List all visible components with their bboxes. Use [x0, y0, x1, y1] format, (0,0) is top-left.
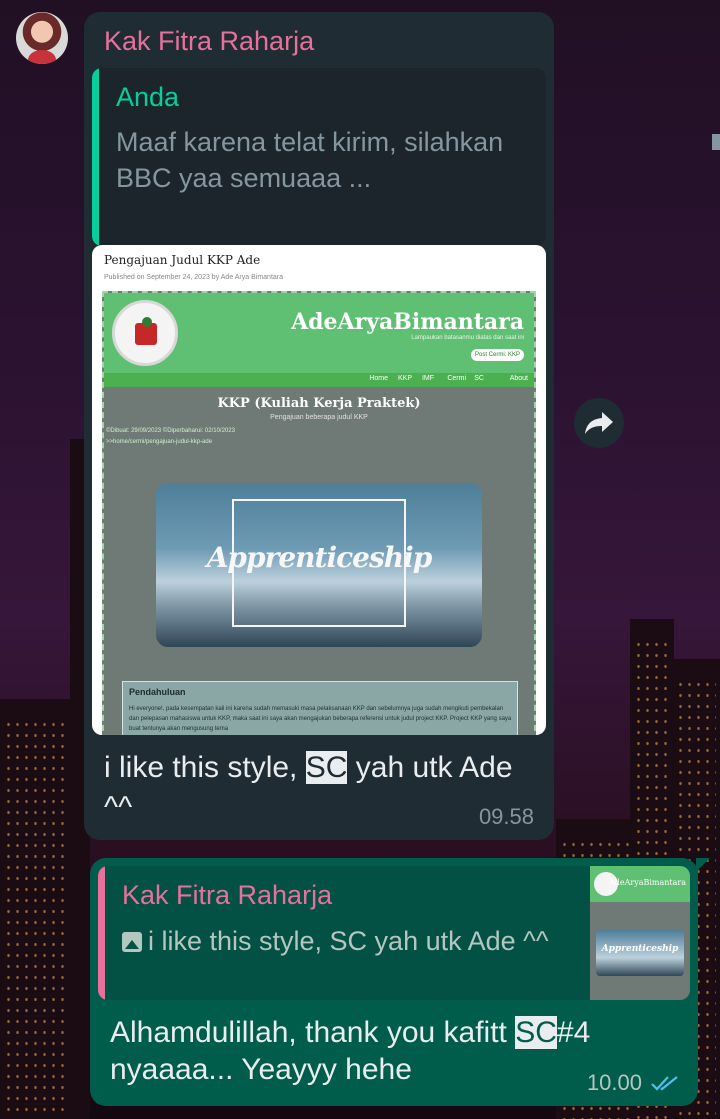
quote-accent-bar: [92, 68, 99, 246]
outgoing-message-bubble[interactable]: Kak Fitra Raharja i like this style, SC …: [90, 858, 710, 1106]
site-date-badges: ©Dibuat: 29/09/2023 ©Diperbaharui: 02/10…: [106, 428, 235, 434]
quoted-message[interactable]: Anda Maaf karena telat kirim, silahkan B…: [92, 68, 546, 246]
site-path: >>home/cermi/pengajuan-judul-kkp-ade: [106, 439, 213, 445]
message-meta: 10.00: [587, 1070, 680, 1096]
site-nav-item: Cermi: [447, 375, 466, 382]
site-nav-item: About: [509, 375, 528, 382]
image-attachment[interactable]: Pengajuan Judul KKP Ade Published on Sep…: [92, 245, 546, 735]
double-check-icon: [651, 1076, 678, 1091]
thumb-brand: AdeAryaBimantara: [608, 878, 686, 887]
site-tagline: Lampaukan batasanmu diatas dan saat ini: [411, 335, 524, 341]
quote-text-line: i like this style, SC yah utk Ade ^^: [122, 924, 572, 958]
message-timestamp: 10.00: [586, 1070, 642, 1095]
quote-accent-bar: [98, 866, 105, 1000]
site-section: Pendahuluan Hi everyone!, pada kesempata…: [122, 681, 518, 735]
image-page-title: Pengajuan Judul KKP Ade: [104, 253, 261, 267]
site-heading: KKP (Kuliah Kerja Praktek): [217, 396, 421, 411]
forward-arrow-icon: [585, 412, 613, 434]
site-header: AdeAryaBimantara Lampaukan batasanmu dia…: [104, 293, 534, 373]
hero-text: Apprenticeship: [206, 541, 433, 574]
site-nav: Home KKP IMF Cermi SC About: [104, 373, 534, 387]
university-logo-icon: [112, 300, 178, 366]
website-screenshot: AdeAryaBimantara Lampaukan batasanmu dia…: [102, 291, 536, 735]
quote-author: Kak Fitra Raharja: [122, 880, 333, 910]
incoming-message-bubble[interactable]: Kak Fitra Raharja Anda Maaf karena telat…: [84, 12, 554, 840]
site-brand: AdeAryaBimantara: [291, 309, 524, 335]
site-section-title: Pendahuluan: [129, 687, 186, 697]
thumb-hero-text: Apprenticeship: [601, 944, 679, 954]
message-text-part: i like this style,: [104, 751, 306, 784]
thumb-header: AdeAryaBimantara: [590, 866, 690, 902]
message-text: i like this style, SC yah utk Ade ^^: [104, 748, 534, 828]
hero-image: Apprenticeship: [156, 483, 482, 647]
thumb-hero: Apprenticeship: [596, 930, 684, 976]
site-section-text: Hi everyone!, pada kesempatan kali ini k…: [129, 706, 512, 732]
quoted-message[interactable]: Kak Fitra Raharja i like this style, SC …: [98, 866, 690, 1000]
site-subheading: Pengajuan beberapa judul KKP: [270, 414, 368, 421]
highlighted-term: SC: [305, 751, 348, 784]
quote-thumbnail: AdeAryaBimantara Apprenticeship: [590, 866, 690, 1000]
message-text-part: Alhamdulillah, thank you kafitt: [110, 1016, 516, 1049]
quote-text: Maaf karena telat kirim, silahkan BBC ya…: [116, 127, 504, 193]
sender-name[interactable]: Kak Fitra Raharja: [104, 26, 314, 57]
site-nav-item: Home: [369, 375, 388, 382]
quote-text: i like this style, SC yah utk Ade ^^: [148, 926, 549, 956]
scroll-indicator: [712, 134, 720, 150]
site-nav-item: IMF: [421, 375, 434, 382]
highlighted-term: SC: [515, 1016, 557, 1049]
quote-author: Anda: [116, 82, 180, 112]
forward-button[interactable]: [574, 398, 624, 448]
message-timestamp: 09.58: [478, 804, 534, 829]
image-page-subtitle: Published on September 24, 2023 by Ade A…: [104, 274, 284, 281]
photo-icon: [122, 932, 142, 952]
sender-avatar[interactable]: [16, 12, 68, 64]
site-post-button: Post Cermi: KKP: [470, 349, 524, 361]
site-nav-item: KKP: [397, 375, 412, 382]
site-nav-item: SC: [474, 375, 484, 382]
